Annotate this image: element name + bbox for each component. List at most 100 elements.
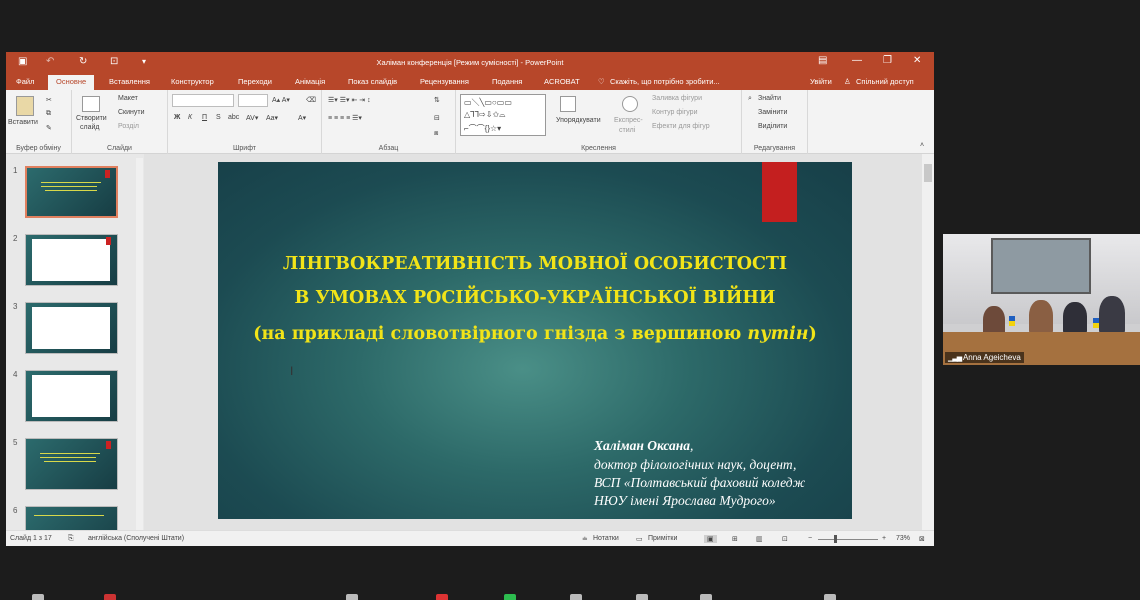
tell-me-icon[interactable]: ♡ (598, 77, 605, 86)
shadow-icon[interactable]: S (216, 114, 221, 121)
mute-icon[interactable] (32, 594, 44, 600)
slide-thumbnails-pane: 1 2 3 4 5 6 (6, 154, 144, 546)
underline-icon[interactable]: П (202, 114, 207, 121)
record-icon[interactable] (636, 594, 648, 600)
text-direction-icon[interactable]: ⇅ (434, 96, 440, 104)
tab-animations[interactable]: Анімація (295, 77, 325, 86)
security-icon[interactable] (346, 594, 358, 600)
quick-styles-icon[interactable] (622, 96, 638, 112)
thumbnail-slide-4[interactable] (25, 370, 118, 422)
share-button[interactable]: Спільний доступ (856, 77, 914, 86)
tab-home[interactable]: Основне (48, 75, 95, 90)
ribbon-options-icon[interactable]: ▤ (818, 55, 827, 66)
reset-button[interactable]: Скинути (118, 109, 145, 116)
paste-button[interactable]: Вставити (8, 119, 38, 126)
find-icon[interactable]: ⌕ (748, 95, 752, 103)
fit-slide-icon[interactable]: ⊠ (919, 535, 925, 543)
find-button[interactable]: Знайти (758, 95, 781, 102)
zoom-out-icon[interactable]: − (808, 535, 812, 542)
paste-icon[interactable] (16, 96, 34, 116)
clear-format-icon[interactable]: ⌫ (306, 96, 316, 104)
thumbnail-slide-5[interactable] (25, 438, 118, 490)
bold-icon[interactable]: Ж (174, 114, 180, 121)
thumbnail-slide-1[interactable] (25, 166, 118, 218)
participants-icon[interactable] (436, 594, 448, 600)
comments-button[interactable]: Примітки (648, 535, 677, 542)
participant-video-tile[interactable]: ▁▃▅ Anna Ageicheva (943, 234, 1140, 365)
shapes-icon-row2[interactable]: △⅂⅂⇨⇩✩⌓ (464, 110, 506, 120)
align-text-icon[interactable]: ⊟ (434, 114, 440, 122)
share-icon[interactable]: ♙ (844, 77, 851, 86)
font-name-combo[interactable] (172, 94, 234, 107)
shapes-gallery[interactable]: ▭＼╲▭○▭▭ △⅂⅂⇨⇩✩⌓ ⌐⌒⌒{}☆▾ (460, 94, 546, 136)
align-icons[interactable]: ≡ ≡ ≡ ≡ ☰▾ (328, 114, 362, 122)
shapes-icon-row3[interactable]: ⌐⌒⌒{}☆▾ (464, 123, 501, 134)
smartart-icon[interactable]: ⧈ (434, 130, 438, 138)
font-grow-icon[interactable]: A▴ A▾ (272, 96, 290, 104)
tab-design[interactable]: Конструктор (171, 77, 214, 86)
shape-fill-button[interactable]: Заливка фігури (652, 95, 702, 102)
close-icon[interactable]: ✕ (913, 55, 921, 66)
zoom-level[interactable]: 73% (896, 535, 910, 542)
thumbnail-slide-3[interactable] (25, 302, 118, 354)
restore-icon[interactable]: ❐ (883, 55, 892, 66)
tab-review[interactable]: Рецензування (420, 77, 469, 86)
italic-icon[interactable]: К (188, 114, 192, 121)
shape-outline-button[interactable]: Контур фігури (652, 109, 697, 116)
spellcheck-icon[interactable]: ⎘ (68, 535, 74, 543)
tell-me-box[interactable]: Скажіть, що потрібно зробити... (610, 77, 720, 86)
arrange-icon[interactable] (560, 96, 576, 112)
collapse-ribbon-icon[interactable]: ˄ (920, 142, 924, 149)
notes-button[interactable]: Нотатки (593, 535, 619, 542)
arrange-button[interactable]: Упорядкувати (556, 117, 601, 124)
strikethrough-icon[interactable]: abc (228, 114, 239, 121)
section-button[interactable]: Розділ (118, 123, 139, 130)
tab-insert[interactable]: Вставлення (109, 77, 150, 86)
font-size-combo[interactable] (238, 94, 268, 107)
spacing-icon[interactable]: AV▾ (246, 114, 258, 122)
reading-view-icon[interactable]: ▥ (756, 535, 763, 543)
current-slide[interactable]: ЛІНГВОКРЕАТИВНІСТЬ МОВНОЇ ОСОБИСТОСТІ В … (218, 162, 852, 519)
share-screen-icon[interactable] (504, 594, 516, 600)
zoom-slider-handle[interactable] (834, 535, 837, 543)
tab-transitions[interactable]: Переходи (238, 77, 272, 86)
thumbnail-slide-2[interactable] (25, 234, 118, 286)
new-slide-icon[interactable] (82, 96, 100, 112)
quick-styles-button[interactable]: Експрес- (614, 117, 643, 124)
format-painter-icon[interactable]: ✎ (46, 124, 52, 132)
tab-view[interactable]: Подання (492, 77, 522, 86)
tab-slideshow[interactable]: Показ слайдів (348, 77, 397, 86)
tab-acrobat[interactable]: ACROBAT (544, 77, 580, 86)
tab-file[interactable]: Файл (16, 77, 34, 86)
signin-link[interactable]: Увійти (810, 77, 832, 86)
thumbnails-scrollbar[interactable] (136, 158, 143, 530)
zoom-in-icon[interactable]: + (882, 535, 886, 542)
slideshow-icon[interactable]: ⊡ (782, 535, 788, 543)
reactions-icon[interactable] (700, 594, 712, 600)
chat-icon[interactable] (570, 594, 582, 600)
new-slide-label-2[interactable]: слайд (80, 124, 99, 131)
comments-icon[interactable]: ▭ (636, 535, 643, 543)
zoom-slider[interactable] (818, 539, 878, 540)
more-icon[interactable] (824, 594, 836, 600)
scrollbar-thumb[interactable] (924, 164, 932, 182)
language-indicator[interactable]: англійська (Сполучені Штати) (88, 535, 184, 542)
quick-styles-button-2[interactable]: стилі (619, 127, 635, 134)
case-icon[interactable]: Aa▾ (266, 114, 278, 122)
replace-button[interactable]: Замінити (758, 109, 787, 116)
normal-view-icon[interactable]: ▣ (704, 535, 717, 543)
slide-scrollbar[interactable] (922, 154, 934, 530)
slide-sorter-icon[interactable]: ⊞ (732, 535, 738, 543)
select-button[interactable]: Виділити (758, 123, 787, 130)
layout-button[interactable]: Макет (118, 95, 138, 102)
cut-icon[interactable]: ✂ (46, 96, 52, 104)
minimize-icon[interactable]: — (852, 55, 862, 66)
shape-effects-button[interactable]: Ефекти для фігур (652, 123, 710, 130)
bullets-icon[interactable]: ☰▾ ☰▾ ⇤ ⇥ ↕ (328, 96, 371, 104)
new-slide-label[interactable]: Створити (76, 115, 107, 122)
video-off-icon[interactable] (104, 594, 116, 600)
notes-icon[interactable]: ≐ (582, 535, 588, 543)
copy-icon[interactable]: ⧉ (46, 110, 51, 118)
shapes-icon[interactable]: ▭＼╲▭○▭▭ (464, 97, 512, 108)
font-color-icon[interactable]: A▾ (298, 114, 306, 122)
